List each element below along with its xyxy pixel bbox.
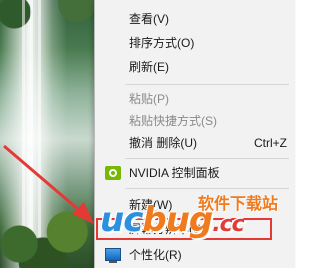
arrow-shaft — [3, 144, 87, 218]
red-arrow-annotation — [3, 144, 94, 224]
